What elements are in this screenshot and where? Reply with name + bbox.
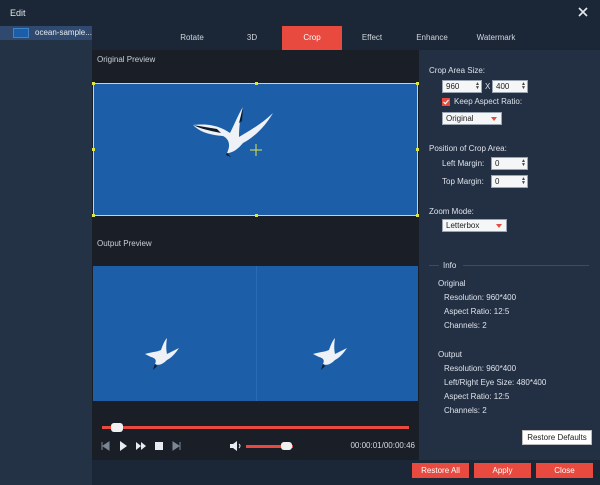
preview-area: Original Preview Output Preview 00:00:01… (92, 50, 419, 485)
title-bar: Edit (0, 0, 600, 26)
crosshair-icon (250, 144, 262, 156)
stepper-arrows-icon[interactable]: ▲ ▼ (521, 177, 526, 186)
window-title: Edit (10, 8, 26, 18)
crop-height-value: 400 (496, 82, 510, 91)
original-channels: Channels: 2 (444, 321, 487, 330)
crop-area-size-label: Crop Area Size: (429, 66, 486, 75)
stop-icon[interactable] (152, 438, 166, 454)
keep-aspect-checkbox[interactable] (442, 98, 450, 106)
info-divider-right (463, 265, 589, 266)
times-symbol: X (485, 82, 491, 91)
volume-handle[interactable] (281, 442, 292, 450)
top-margin-value: 0 (495, 177, 500, 186)
apply-button[interactable]: Apply (474, 463, 531, 478)
playback-time: 00:00:01/00:00:46 (350, 441, 415, 450)
original-resolution: Resolution: 960*400 (444, 293, 517, 302)
zoom-mode-value: Letterbox (446, 221, 480, 230)
crop-position-label: Position of Crop Area: (429, 144, 507, 153)
info-heading: Info (443, 261, 457, 270)
restore-all-button[interactable]: Restore All (412, 463, 469, 478)
tab-rotate[interactable]: Rotate (162, 26, 222, 50)
original-info-heading: Original (438, 279, 466, 288)
playback-progress[interactable] (102, 423, 409, 432)
file-sidebar: ocean-sample... (0, 26, 92, 485)
check-icon (443, 99, 449, 105)
footer-bar: Restore All Apply Close (92, 460, 600, 485)
output-eye-size: Left/Right Eye Size: 480*400 (444, 378, 547, 387)
top-margin-label: Top Margin: (442, 177, 484, 186)
stepper-arrows-icon[interactable]: ▲ ▼ (521, 82, 526, 91)
zoom-mode-label: Zoom Mode: (429, 207, 474, 216)
tab-enhance[interactable]: Enhance (409, 26, 455, 50)
stereo-divider (256, 266, 257, 401)
crop-handle-bl[interactable] (92, 214, 95, 217)
keep-aspect-label: Keep Aspect Ratio: (454, 97, 523, 106)
aspect-mode-value: Original (446, 114, 474, 123)
crop-handle-left[interactable] (92, 148, 95, 151)
chevron-down-icon (491, 117, 497, 121)
close-icon[interactable] (576, 5, 590, 19)
file-list-item[interactable]: ocean-sample... (0, 26, 92, 40)
crop-frame[interactable] (92, 82, 419, 217)
stepper-arrows-icon[interactable]: ▲ ▼ (521, 159, 526, 168)
tabs-continued: Enhance Watermark (416, 26, 600, 50)
original-aspect-ratio: Aspect Ratio: 12:5 (444, 307, 510, 316)
output-aspect-ratio: Aspect Ratio: 12:5 (444, 392, 510, 401)
crop-handle-bottom[interactable] (255, 214, 258, 217)
skip-forward-icon[interactable] (170, 438, 184, 454)
stepper-arrows-icon[interactable]: ▲ ▼ (475, 82, 480, 91)
top-margin-stepper[interactable]: 0 ▲ ▼ (491, 175, 528, 188)
crop-settings-panel: Crop Area Size: 960 ▲ ▼ X 400 ▲ ▼ Keep Asp… (419, 50, 600, 460)
tab-watermark[interactable]: Watermark (466, 26, 526, 50)
aspect-mode-dropdown[interactable]: Original (442, 112, 502, 125)
play-icon[interactable] (116, 438, 130, 454)
crop-height-stepper[interactable]: 400 ▲ ▼ (492, 80, 528, 93)
left-margin-label: Left Margin: (442, 159, 485, 168)
progress-fill (102, 426, 409, 429)
crop-width-stepper[interactable]: 960 ▲ ▼ (442, 80, 482, 93)
volume-icon[interactable] (228, 438, 242, 454)
output-resolution: Resolution: 960*400 (444, 364, 517, 373)
output-preview-label: Output Preview (97, 239, 152, 248)
info-divider-left (429, 265, 439, 266)
close-button[interactable]: Close (536, 463, 593, 478)
tab-3d[interactable]: 3D (222, 26, 282, 50)
edit-tabs: Rotate 3D Crop Effect (92, 26, 419, 50)
original-preview-label: Original Preview (97, 55, 156, 64)
tab-crop[interactable]: Crop (282, 26, 342, 50)
output-preview (93, 266, 418, 401)
crop-handle-top[interactable] (255, 82, 258, 85)
left-margin-value: 0 (495, 159, 500, 168)
progress-handle[interactable] (111, 423, 123, 432)
player-controls: 00:00:01/00:00:46 (92, 438, 419, 454)
skip-back-icon[interactable] (98, 438, 112, 454)
video-thumbnail (13, 28, 29, 38)
crop-handle-tl[interactable] (92, 82, 95, 85)
file-name: ocean-sample... (35, 28, 92, 37)
restore-defaults-button[interactable]: Restore Defaults (522, 430, 592, 445)
left-margin-stepper[interactable]: 0 ▲ ▼ (491, 157, 528, 170)
output-info-heading: Output (438, 350, 463, 359)
fast-forward-icon[interactable] (134, 438, 148, 454)
zoom-mode-dropdown[interactable]: Letterbox (442, 219, 507, 232)
chevron-down-icon (496, 224, 502, 228)
tab-effect[interactable]: Effect (342, 26, 402, 50)
output-channels: Channels: 2 (444, 406, 487, 415)
crop-width-value: 960 (446, 82, 460, 91)
